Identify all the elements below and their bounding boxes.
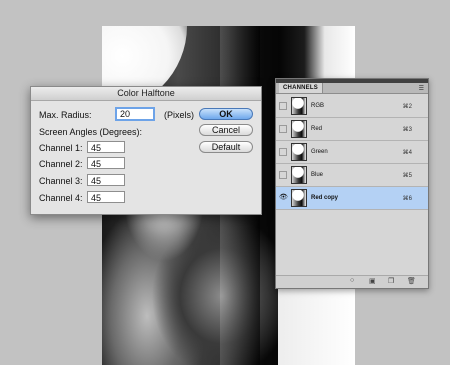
channel-1-input[interactable]: 45: [87, 141, 125, 153]
load-selection-icon[interactable]: ○: [350, 277, 354, 284]
channel-name: RGB: [311, 103, 325, 109]
channel-3-label: Channel 3:: [39, 176, 83, 186]
visibility-toggle[interactable]: [279, 171, 287, 179]
channel-name: Blue: [311, 172, 324, 178]
eye-icon[interactable]: 👁: [279, 194, 288, 202]
channel-thumbnail: [291, 97, 307, 115]
channel-row-red[interactable]: Red ⌘3: [276, 118, 428, 141]
channel-shortcut: ⌘4: [402, 150, 412, 156]
channel-thumbnail: [291, 143, 307, 161]
channel-row-rgb[interactable]: RGB ⌘2: [276, 95, 428, 118]
color-halftone-dialog: Color Halftone Max. Radius: 20 (Pixels) …: [30, 86, 262, 215]
channel-shortcut: ⌘3: [402, 127, 412, 133]
channel-name: Red: [311, 126, 323, 132]
delete-channel-icon[interactable]: 🗑: [407, 277, 416, 285]
channel-4-label: Channel 4:: [39, 193, 83, 203]
ok-button[interactable]: OK: [199, 108, 253, 120]
cancel-button[interactable]: Cancel: [199, 124, 253, 136]
channel-shortcut: ⌘6: [402, 196, 412, 202]
panel-menu-icon[interactable]: ☰: [419, 85, 424, 92]
visibility-toggle[interactable]: [279, 102, 287, 110]
visibility-toggle[interactable]: [279, 125, 287, 133]
tab-channels[interactable]: CHANNELS: [279, 83, 323, 93]
channel-row-green[interactable]: Green ⌘4: [276, 141, 428, 164]
new-channel-icon[interactable]: ❐: [388, 277, 394, 285]
channel-3-input[interactable]: 45: [87, 174, 125, 186]
max-radius-label: Max. Radius:: [39, 110, 92, 120]
save-selection-icon[interactable]: ▣: [369, 277, 376, 285]
visibility-toggle[interactable]: [279, 148, 287, 156]
max-radius-unit: (Pixels): [164, 110, 195, 120]
dialog-title: Color Halftone: [31, 87, 261, 101]
max-radius-input[interactable]: 20: [115, 107, 155, 121]
channel-name: Green: [311, 149, 328, 155]
panel-tab-bar: CHANNELS ☰: [276, 83, 428, 94]
channel-shortcut: ⌘2: [402, 104, 412, 110]
channel-shortcut: ⌘5: [402, 173, 412, 179]
screen-angles-label: Screen Angles (Degrees):: [39, 127, 143, 137]
channel-2-label: Channel 2:: [39, 159, 83, 169]
channel-name: Red copy: [311, 195, 339, 201]
channel-thumbnail: [291, 189, 307, 207]
panel-footer: ○ ▣ ❐ 🗑: [276, 275, 428, 288]
channel-row-red-copy[interactable]: 👁 Red copy ⌘6: [276, 187, 428, 210]
channel-2-input[interactable]: 45: [87, 157, 125, 169]
channel-4-input[interactable]: 45: [87, 191, 125, 203]
channels-panel: CHANNELS ☰ RGB ⌘2 Red ⌘3 Green ⌘4 Blue ⌘…: [275, 78, 429, 289]
channel-row-blue[interactable]: Blue ⌘5: [276, 164, 428, 187]
channel-thumbnail: [291, 120, 307, 138]
channel-1-label: Channel 1:: [39, 143, 83, 153]
channel-thumbnail: [291, 166, 307, 184]
default-button[interactable]: Default: [199, 141, 253, 153]
